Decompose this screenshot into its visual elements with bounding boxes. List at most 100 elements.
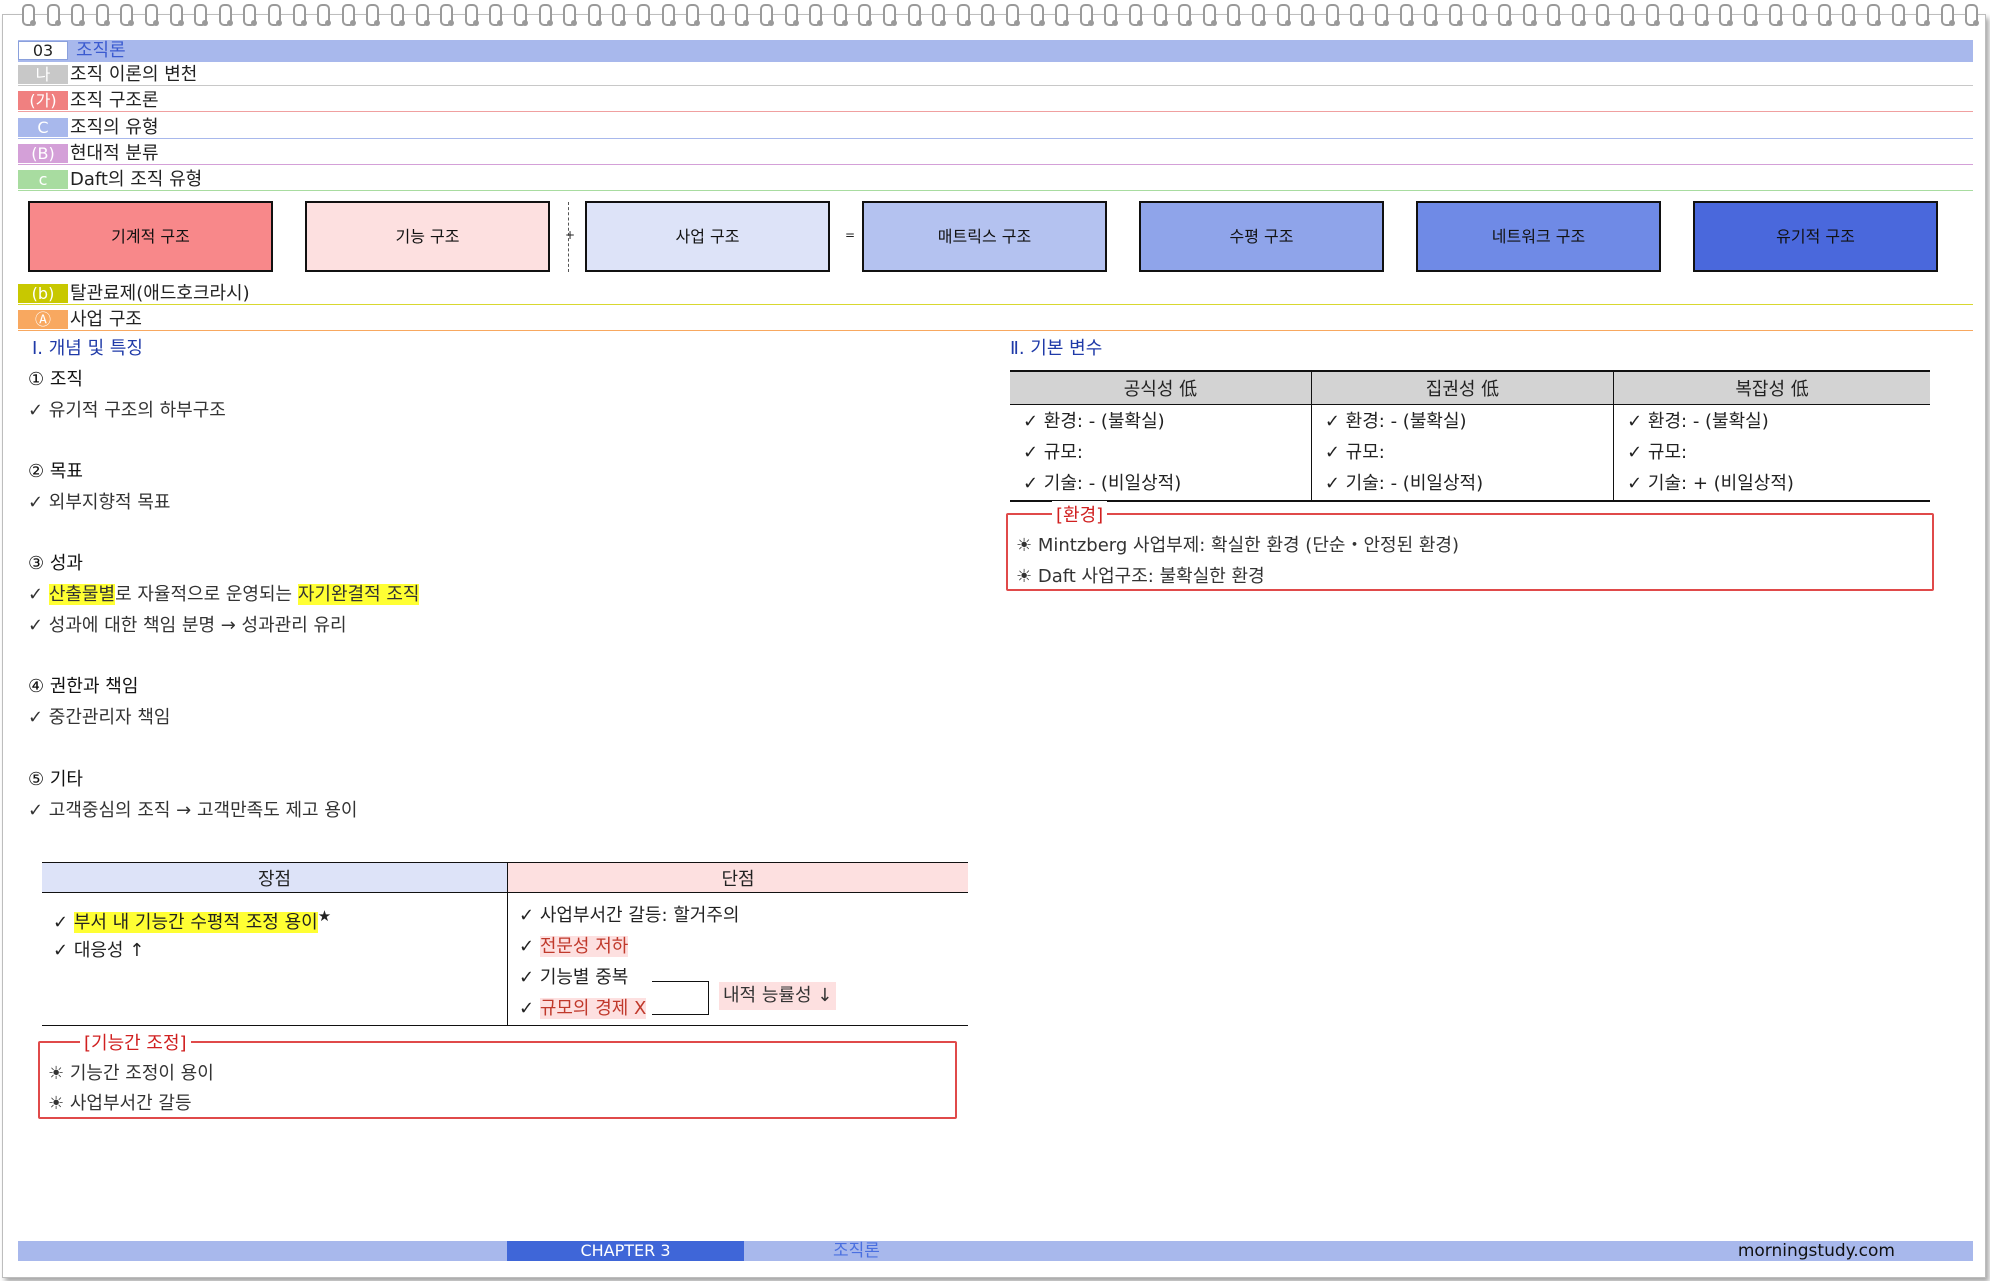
spiral-hole (792, 20, 799, 26)
spiral-hole (1284, 20, 1291, 26)
variable-header-formalization: 공식성 低 (1010, 370, 1312, 405)
spiral-hole (595, 20, 602, 26)
spiral-hole (1678, 20, 1685, 26)
list-item: ✓ 중간관리자 책임 (28, 707, 171, 728)
footer-chapter: CHAPTER 3 (507, 1241, 744, 1261)
spiral-hole (1579, 20, 1586, 26)
outline-row-1: 나 조직 이론의 변천 (18, 64, 1973, 86)
spiral-hole (1973, 20, 1980, 26)
check-mark: ✓ (53, 912, 74, 933)
variable-item: ✓ 규모: (1324, 442, 1385, 463)
structure-box-divisional: 사업 구조 (585, 201, 830, 272)
highlight-text: 산출물별 (48, 584, 116, 605)
spiral-hole (1776, 20, 1783, 26)
variable-cell: ✓ 환경: - (불확실) ✓ 규모: ✓ 기술: - (비일상적) (1010, 404, 1312, 502)
spiral-hole (989, 20, 996, 26)
spiral-hole (472, 20, 479, 26)
spiral-hole (940, 20, 947, 26)
subtopic-text: 사업 구조 (70, 309, 142, 330)
spiral-hole (1210, 20, 1217, 26)
spiral-hole (1530, 20, 1537, 26)
outline-row-2: (가) 조직 구조론 (18, 90, 1973, 112)
heading-goal: ② 목표 (28, 461, 83, 482)
spiral-hole (300, 20, 307, 26)
spiral-hole (1702, 20, 1709, 26)
variable-item: ✓ 환경: - (불확실) (1023, 411, 1165, 432)
footer-site: morningstudy.com (1737, 1241, 1895, 1261)
spiral-hole (669, 20, 676, 26)
bracket-label: 내적 능률성 ↓ (719, 982, 837, 1010)
variable-header-complexity: 복잡성 低 (1613, 370, 1930, 405)
list-text: 기능별 중복 (539, 967, 629, 988)
outline-underline (18, 111, 1973, 112)
outline-underline (18, 190, 1973, 191)
cons-item: ✓ 사업부서간 갈등: 할거주의 (519, 900, 967, 931)
spiral-hole (1825, 20, 1832, 26)
spiral-hole (718, 20, 725, 26)
outline-text: Daft의 조직 유형 (70, 169, 203, 190)
variable-cell: ✓ 환경: - (불확실) ✓ 규모: ✓ 기술: - (비일상적) (1310, 404, 1614, 502)
note-item: ☀ 기능간 조정이 용이 (48, 1063, 214, 1084)
check-mark: ✓ (53, 940, 74, 961)
equals-sign: = (845, 228, 856, 242)
spiral-hole (522, 20, 528, 26)
spiral-hole (1801, 20, 1808, 26)
pros-cell: ✓ 부서 내 기능간 수평적 조정 용이★ ✓ 대응성 ↑ (42, 892, 508, 1026)
variable-item: ✓ 규모: (1023, 442, 1083, 463)
spiral-hole (349, 20, 356, 26)
check-mark: ✓ (28, 584, 49, 605)
spiral-binding (0, 0, 1990, 30)
heading-authority: ④ 권한과 책임 (28, 676, 139, 697)
spiral-hole (325, 20, 332, 26)
heading-organization: ① 조직 (28, 369, 83, 390)
spiral-hole (1014, 20, 1020, 26)
spiral-hole (202, 20, 209, 26)
spiral-hole (1924, 20, 1931, 26)
structure-box-functional: 기능 구조 (305, 201, 550, 272)
spiral-hole (1235, 20, 1242, 26)
subtopic-underline (18, 330, 1973, 331)
spiral-hole (1629, 20, 1635, 26)
variable-item: ✓ 규모: (1627, 442, 1688, 463)
spiral-hole (1850, 20, 1857, 26)
cons-cell: ✓ 사업부서간 갈등: 할거주의 ✓ 전문성 저하 ✓ 기능별 중복 ✓ 규모의… (507, 892, 968, 1026)
variable-item: ✓ 기술: + (비일상적) (1627, 473, 1794, 494)
pros-cons-table: 장점 단점 ✓ 부서 내 기능간 수평적 조정 용이★ ✓ 대응성 ↑ ✓ 사업… (42, 862, 968, 1026)
subtopic-row-2: Ⓐ 사업 구조 (18, 309, 1973, 331)
bracket-connector (652, 981, 709, 1015)
pros-header: 장점 (42, 862, 508, 893)
spiral-hole (1456, 20, 1463, 26)
cons-item: ✓ 전문성 저하 (519, 931, 967, 962)
spiral-hole (1309, 20, 1316, 26)
spiral-hole (743, 20, 750, 26)
spiral-hole (1555, 20, 1562, 26)
coordination-note-label: [기능간 조정] (80, 1029, 191, 1055)
spiral-hole (768, 20, 774, 26)
spiral-hole (497, 20, 504, 26)
chapter-header-bar: 03 조직론 (18, 40, 1973, 62)
highlight-text: 자기완결적 조직 (297, 584, 420, 605)
spiral-hole (1358, 20, 1365, 26)
spiral-hole (423, 20, 430, 26)
outline-text: 조직 이론의 변천 (70, 64, 198, 85)
check-mark: ✓ (519, 967, 540, 988)
variable-item: ✓ 기술: - (비일상적) (1324, 473, 1484, 494)
spiral-hole (817, 20, 824, 26)
spiral-hole (177, 20, 184, 26)
spiral-hole (1038, 20, 1045, 26)
spiral-hole (54, 20, 61, 26)
structure-box-network: 네트워크 구조 (1416, 201, 1661, 272)
spiral-hole (915, 20, 922, 26)
list-item: ✓ 유기적 구조의 하부구조 (28, 400, 226, 421)
star-icon: ★ (317, 907, 332, 925)
spiral-hole (694, 20, 701, 26)
structure-box-matrix: 매트릭스 구조 (862, 201, 1107, 272)
chapter-title: 조직론 (76, 40, 126, 61)
variable-item: ✓ 환경: - (불확실) (1324, 411, 1467, 432)
spiral-hole (1333, 20, 1340, 26)
structure-box-horizontal: 수평 구조 (1139, 201, 1384, 272)
spiral-hole (1137, 20, 1143, 26)
subtopic-badge: Ⓐ (18, 310, 68, 329)
outline-row-4: (B) 현대적 분류 (18, 143, 1973, 165)
outline-badge: c (18, 170, 68, 189)
